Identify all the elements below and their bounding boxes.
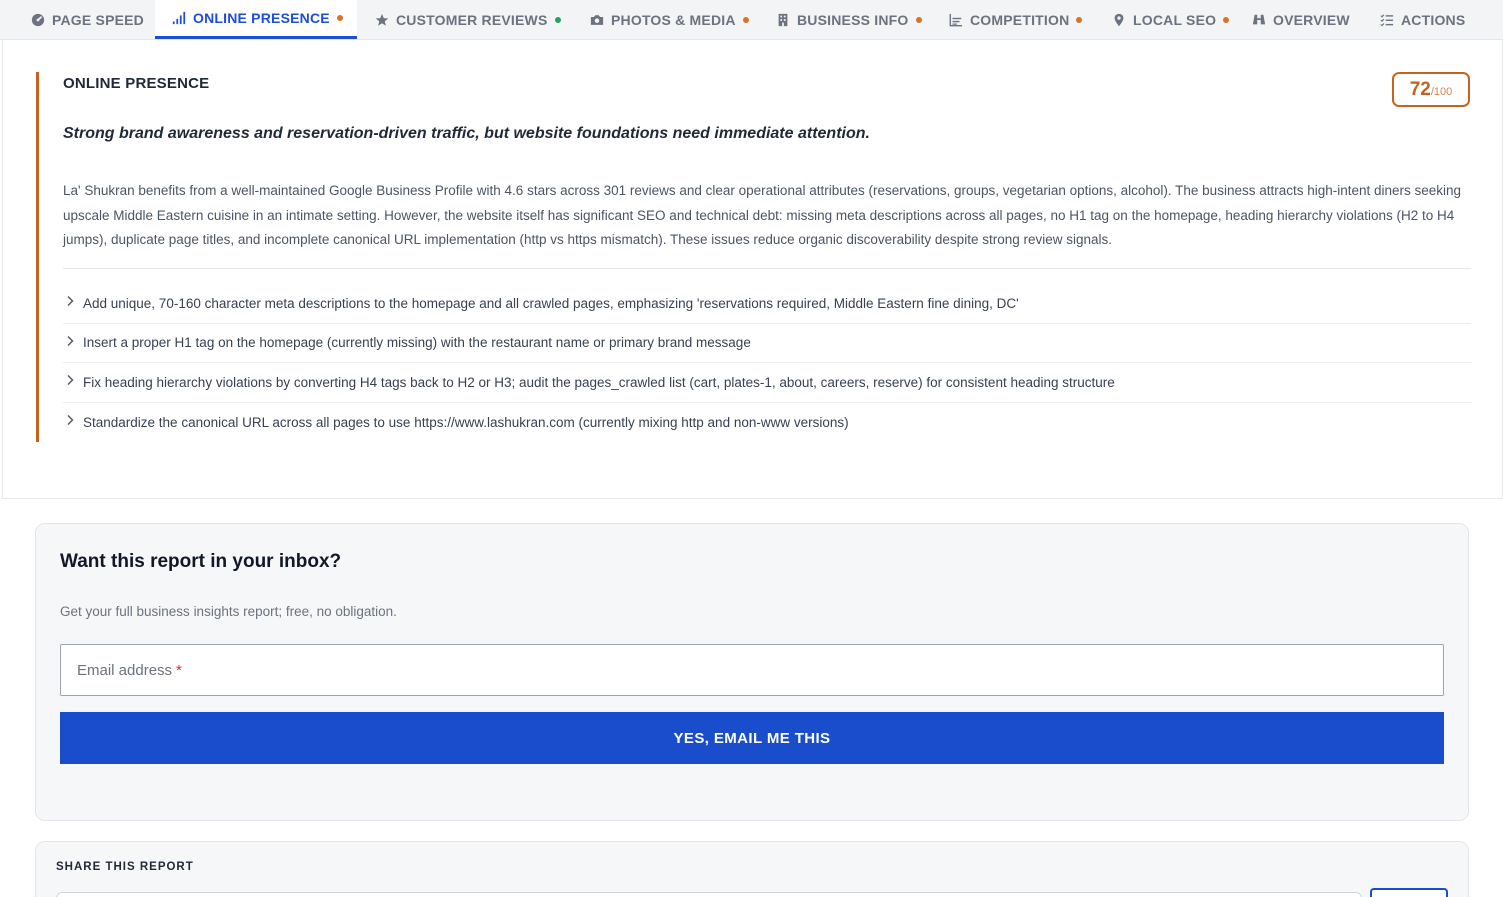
tab-business-info[interactable]: BUSINESS INFO [775, 0, 922, 39]
email-placeholder: Email address [77, 661, 173, 679]
recommendation-item: Insert a proper H1 tag on the homepage (… [63, 324, 1471, 363]
recommendation-item: Standardize the canonical URL across all… [63, 403, 1471, 443]
tab-competition[interactable]: COMPETITION [948, 0, 1083, 39]
copy-link-button[interactable] [1370, 888, 1448, 897]
tab-local-seo[interactable]: LOCAL SEO [1111, 0, 1230, 39]
status-dot [1223, 16, 1230, 23]
recommendation-item: Add unique, 70-160 character meta descri… [63, 284, 1471, 324]
chevron-right-icon [67, 375, 74, 385]
tab-label: BUSINESS INFO [797, 11, 909, 28]
gauge-icon [30, 12, 46, 28]
tab-photos-media[interactable]: PHOTOS & MEDIA [589, 0, 749, 39]
required-mark: * [176, 661, 182, 679]
tab-page-speed[interactable]: PAGE SPEED [30, 0, 144, 39]
email-field[interactable]: Email address * [60, 644, 1444, 696]
status-dot [1076, 16, 1083, 23]
tab-label: CUSTOMER REVIEWS [396, 11, 548, 28]
recommendation-text: Add unique, 70-160 character meta descri… [83, 295, 1019, 311]
tab-label: ACTIONS [1401, 11, 1466, 28]
score-badge: 72 /100 [1392, 72, 1470, 107]
status-dot [336, 15, 343, 21]
status-dot [554, 16, 561, 23]
tab-actions[interactable]: ACTIONS [1379, 0, 1465, 39]
tab-label: COMPETITION [970, 11, 1070, 28]
score-max: /100 [1430, 86, 1453, 98]
recommendation-list: Add unique, 70-160 character meta descri… [63, 284, 1471, 442]
star-icon [374, 12, 390, 28]
checklist-icon [1379, 12, 1395, 28]
chevron-right-icon [67, 335, 74, 346]
tab-customer-reviews[interactable]: CUSTOMER REVIEWS [374, 0, 561, 39]
recommendation-item: Fix heading hierarchy violations by conv… [63, 363, 1471, 403]
tab-label: LOCAL SEO [1133, 11, 1217, 28]
building-icon [775, 12, 791, 28]
tab-online-presence[interactable]: ONLINE PRESENCE [155, 0, 357, 39]
section-summary: La' Shukran benefits from a well-maintai… [63, 183, 1462, 247]
map-pin-icon [1111, 12, 1127, 28]
email-card-subtitle: Get your full business insights report; … [60, 604, 397, 619]
tab-label: PAGE SPEED [52, 11, 144, 28]
share-card-title: SHARE THIS REPORT [56, 861, 194, 873]
tab-label: ONLINE PRESENCE [193, 10, 330, 26]
binoculars-icon [1251, 12, 1267, 28]
divider [63, 268, 1471, 269]
share-report-card: SHARE THIS REPORT [35, 841, 1469, 897]
recommendation-text: Standardize the canonical URL across all… [83, 414, 849, 430]
email-report-card: Want this report in your inbox? Get your… [35, 523, 1469, 821]
section-accent-bar [36, 72, 39, 442]
chevron-right-icon [67, 296, 74, 306]
tab-label: PHOTOS & MEDIA [611, 11, 736, 28]
online-presence-section: ONLINE PRESENCE 72 /100 Strong brand awa… [2, 40, 1503, 499]
score-value: 72 [1409, 79, 1431, 100]
share-link-field[interactable] [56, 892, 1362, 897]
camera-icon [589, 12, 605, 28]
section-title: ONLINE PRESENCE [63, 75, 210, 92]
bar-chart-icon [948, 12, 964, 28]
status-dot [742, 16, 749, 23]
email-me-button[interactable]: YES, EMAIL ME THIS [60, 712, 1444, 764]
email-card-title: Want this report in your inbox? [60, 551, 342, 572]
tab-overview[interactable]: OVERVIEW [1251, 0, 1350, 39]
section-tabs: PAGE SPEED ONLINE PRESENCE CUSTOMER REVI… [0, 0, 1503, 40]
status-dot [915, 16, 922, 23]
chevron-right-icon [67, 414, 74, 425]
recommendation-text: Insert a proper H1 tag on the homepage (… [83, 335, 751, 351]
section-headline: Strong brand awareness and reservation-d… [63, 125, 870, 142]
tab-label: OVERVIEW [1273, 11, 1350, 28]
signal-bars-icon [171, 10, 187, 26]
recommendation-text: Fix heading hierarchy violations by conv… [83, 374, 1115, 390]
